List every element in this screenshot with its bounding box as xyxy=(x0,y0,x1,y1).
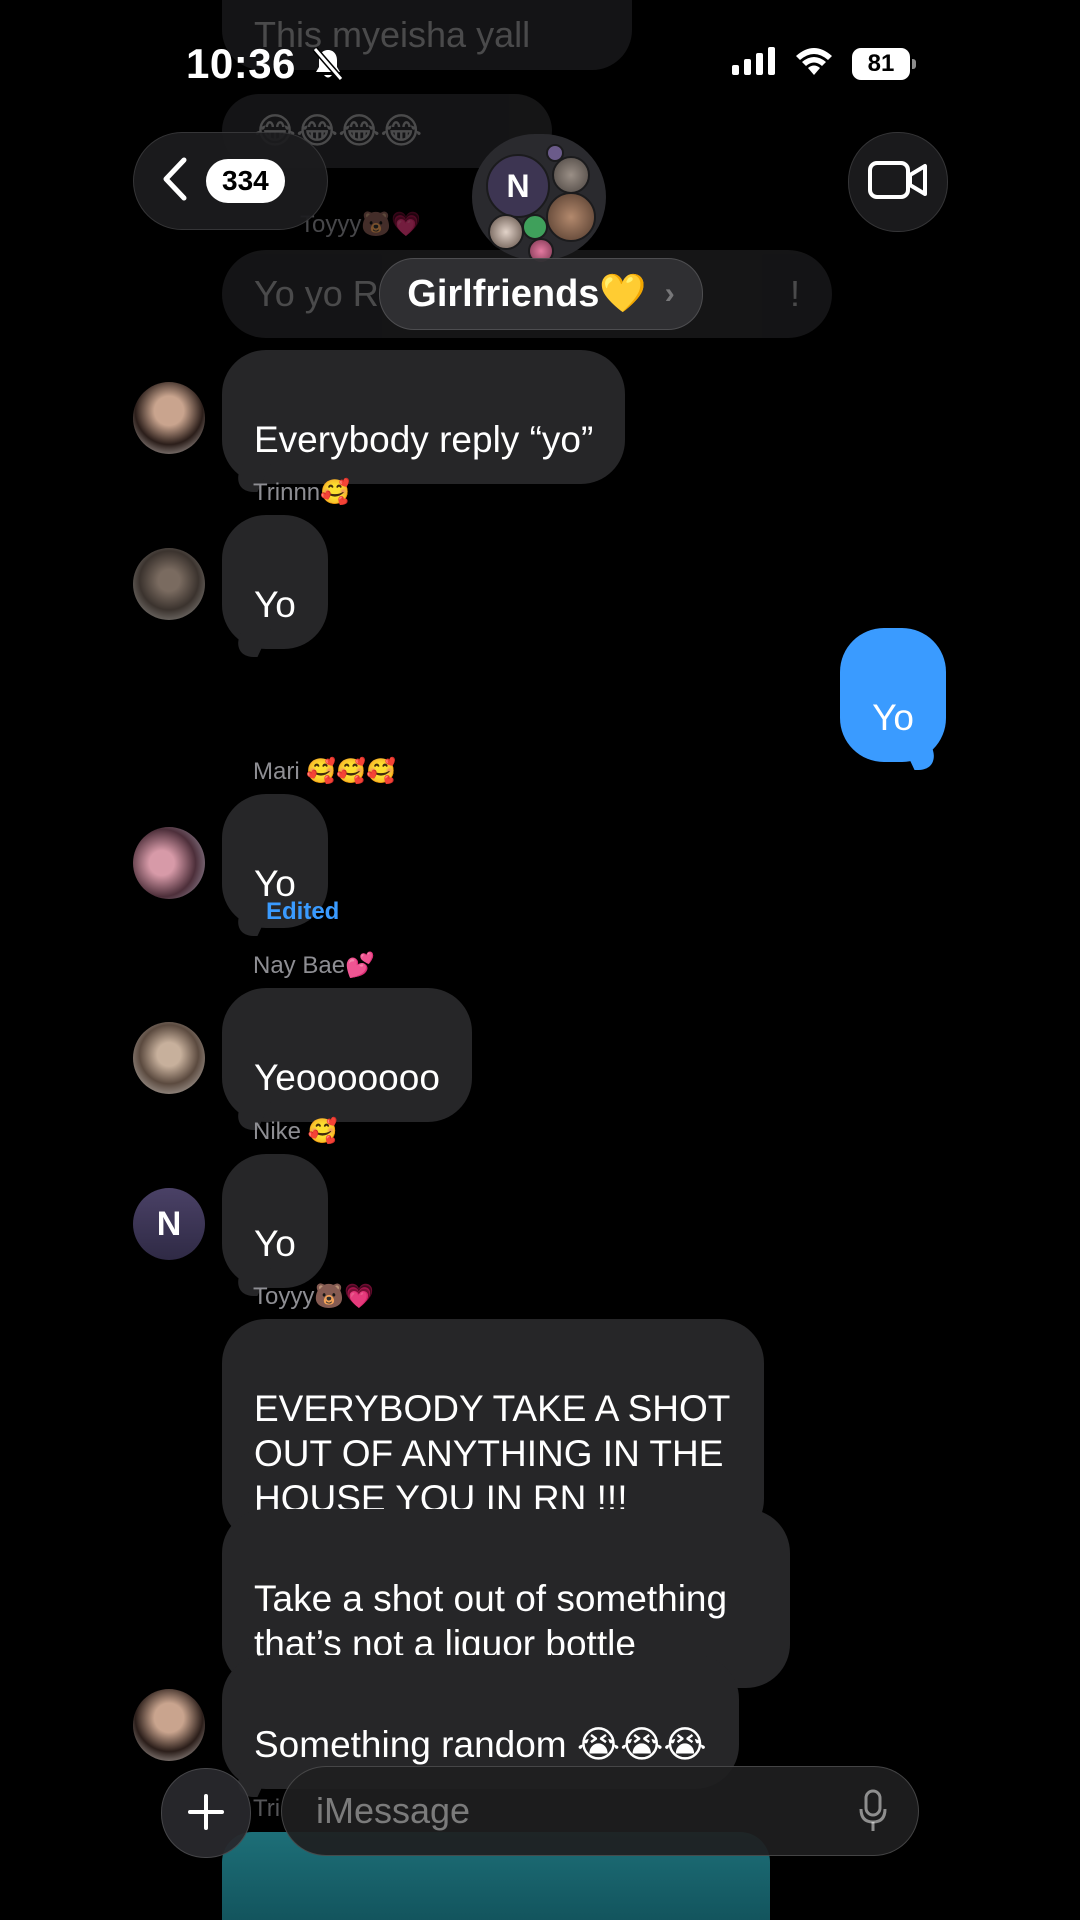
video-call-button[interactable] xyxy=(848,132,948,232)
group-title-button[interactable]: Girlfriends💛 › xyxy=(379,258,703,330)
avatar[interactable] xyxy=(133,1022,205,1094)
unread-count-badge: 334 xyxy=(206,159,285,203)
battery-level: 81 xyxy=(867,49,895,77)
group-avatar-letter-text: N xyxy=(506,167,530,204)
message-text: Yo xyxy=(254,1223,296,1264)
status-time-text: 10:36 xyxy=(186,40,296,87)
chevron-left-icon xyxy=(160,157,188,206)
message-bubble-outgoing[interactable]: Yo xyxy=(840,628,946,762)
status-icons: 81 xyxy=(732,46,916,81)
message-bubble[interactable]: Everybody reply “yo” xyxy=(222,350,626,484)
mute-bell-icon xyxy=(312,43,344,91)
wifi-icon xyxy=(794,46,834,81)
background-sender-name: Toyyy🐻💗 xyxy=(300,211,422,238)
group-avatar[interactable]: N xyxy=(472,134,606,264)
group-avatar-letter: N xyxy=(486,154,550,218)
message-text: Yo xyxy=(254,584,296,625)
chevron-right-icon: › xyxy=(664,277,675,310)
sender-name: Nay Bae💕 xyxy=(253,952,375,979)
message-bubble[interactable]: Yo xyxy=(222,1154,328,1288)
edited-label[interactable]: Edited xyxy=(266,898,339,926)
sender-name: Mari 🥰🥰🥰 xyxy=(253,758,396,785)
sender-name: Trinnn🥰 xyxy=(253,479,351,506)
message-text: EVERYBODY TAKE A SHOT OUT OF ANYTHING IN… xyxy=(254,1388,731,1519)
message-bubble[interactable]: Yeooooooo xyxy=(222,988,472,1122)
avatar[interactable] xyxy=(133,827,205,899)
member-photo xyxy=(522,214,548,240)
message-bubble[interactable]: Yo xyxy=(222,515,328,649)
member-photo xyxy=(488,214,524,250)
group-title: Girlfriends💛 xyxy=(407,273,647,315)
message-text: Something random 😭😭😭 xyxy=(254,1724,707,1765)
sender-name: Toyyy🐻💗 xyxy=(253,1283,375,1310)
background-message-text-end: ! xyxy=(789,273,800,314)
messages-screen: This myeisha yall 😂😂😂😂 Toyyy🐻💗 Yo yo R !… xyxy=(0,0,1080,1920)
sender-name: Nike 🥰 xyxy=(253,1118,338,1145)
battery-icon: 81 xyxy=(852,47,916,80)
avatar[interactable]: N xyxy=(133,1188,205,1260)
avatar[interactable] xyxy=(133,382,205,454)
add-attachment-button[interactable] xyxy=(161,1768,251,1858)
cellular-signal-icon xyxy=(732,47,776,80)
message-text: Everybody reply “yo” xyxy=(254,419,594,460)
member-photo xyxy=(546,192,596,242)
avatar[interactable] xyxy=(133,548,205,620)
member-photo xyxy=(546,144,564,162)
message-input[interactable] xyxy=(314,1789,798,1833)
message-text: Take a shot out of something that’s not … xyxy=(254,1578,728,1664)
message-composer xyxy=(281,1766,919,1856)
member-photo xyxy=(552,156,590,194)
background-message-text: Yo yo R xyxy=(254,273,379,314)
avatar-letter: N xyxy=(156,1204,182,1243)
sender-name: Tri xyxy=(253,1795,281,1822)
plus-icon xyxy=(186,1785,226,1841)
video-camera-icon xyxy=(868,160,928,205)
avatar[interactable] xyxy=(133,1689,205,1761)
message-text: Yeooooooo xyxy=(254,1057,440,1098)
microphone-icon[interactable] xyxy=(858,1789,888,1838)
status-time: 10:36 xyxy=(186,40,344,91)
message-text: Yo xyxy=(872,697,914,738)
back-button[interactable]: 334 xyxy=(133,132,328,230)
